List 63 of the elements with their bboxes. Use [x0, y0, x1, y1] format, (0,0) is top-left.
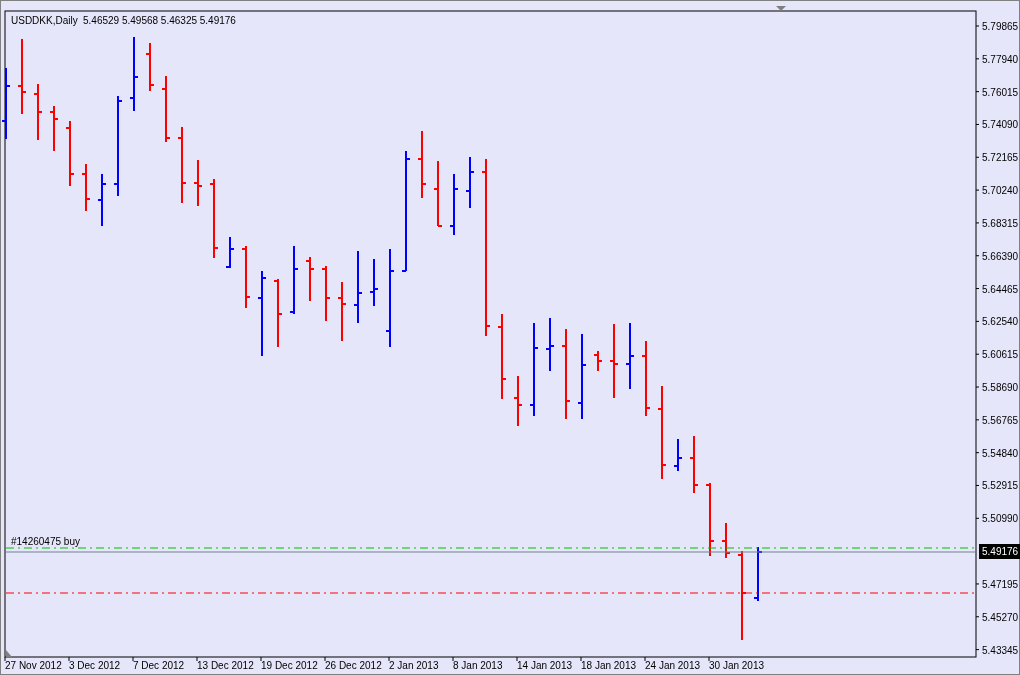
price-bar	[225, 236, 235, 269]
price-bar	[369, 258, 379, 307]
price-axis-label: 5.72165	[982, 152, 1019, 164]
order-label: #14260475 buy	[11, 536, 80, 547]
price-axis-label: 5.58690	[982, 382, 1019, 393]
price-bar	[65, 120, 75, 187]
date-axis-label: 7 Dec 2012	[133, 660, 185, 671]
price-bar	[81, 163, 91, 212]
date-axis-label: 24 Jan 2013	[645, 660, 701, 671]
price-axis-label: 5.56765	[982, 414, 1019, 426]
price-axis-label: 5.66390	[982, 250, 1019, 262]
price-axis-label: 5.62540	[982, 316, 1019, 328]
price-bar	[33, 83, 43, 141]
price-bar	[241, 245, 251, 309]
chart-symbol: USDDKK,Daily	[11, 15, 78, 26]
date-axis-label: 18 Jan 2013	[581, 660, 637, 671]
price-bar	[321, 265, 331, 322]
price-axis-label: 5.52915	[982, 480, 1019, 492]
price-bar	[97, 173, 107, 227]
price-bar	[545, 317, 555, 372]
price-bar	[49, 105, 59, 152]
price-bar	[273, 278, 283, 348]
price-bar	[305, 256, 315, 302]
date-axis-label: 30 Jan 2013	[709, 660, 765, 671]
date-axis-label: 27 Nov 2012	[5, 660, 62, 671]
date-axis-label: 2 Jan 2013	[389, 660, 439, 671]
price-axis-label: 5.50990	[982, 513, 1019, 525]
price-axis-label: 5.68315	[982, 217, 1019, 229]
price-axis-label: 5.74090	[982, 119, 1019, 131]
price-bar	[673, 438, 683, 472]
price-bar	[465, 156, 475, 209]
date-axis-label: 13 Dec 2012	[197, 660, 254, 671]
price-bar	[289, 245, 299, 315]
price-axis-label: 5.76015	[982, 86, 1019, 98]
date-axis-label: 8 Jan 2013	[453, 660, 503, 671]
date-axis-label: 14 Jan 2013	[517, 660, 573, 671]
price-axis-label: 5.70240	[982, 185, 1019, 197]
price-bar	[337, 281, 347, 342]
date-axis-label: 3 Dec 2012	[69, 660, 121, 671]
price-axis-label: 5.43345	[982, 644, 1019, 656]
price-marker: 5.49176	[979, 544, 1020, 559]
price-bar	[625, 322, 635, 390]
price-bar	[689, 435, 699, 494]
price-axis-label: 5.79865	[982, 21, 1019, 32]
price-axis-label: 5.54840	[982, 447, 1019, 459]
price-bar	[433, 160, 443, 227]
date-axis-label: 19 Dec 2012	[261, 660, 318, 671]
price-bar	[721, 522, 731, 559]
price-bar	[593, 350, 603, 372]
price-bar	[417, 130, 427, 199]
price-bar	[513, 375, 523, 427]
chart-ohlc: 5.46529 5.49568 5.46325 5.49176	[83, 15, 236, 26]
corner-marker-icon	[6, 650, 12, 657]
price-axis-label: 5.45270	[982, 611, 1019, 623]
date-axis-label: 26 Dec 2012	[325, 660, 382, 671]
price-axis-label: 5.77940	[982, 53, 1019, 65]
price-axis-label: 5.64465	[982, 283, 1019, 295]
price-axis-label: 5.47195	[982, 578, 1019, 590]
price-axis-label: 5.60615	[982, 349, 1019, 361]
price-bar	[161, 75, 171, 143]
price-bar	[449, 173, 459, 236]
price-bar	[193, 159, 203, 207]
price-bar	[145, 42, 155, 92]
